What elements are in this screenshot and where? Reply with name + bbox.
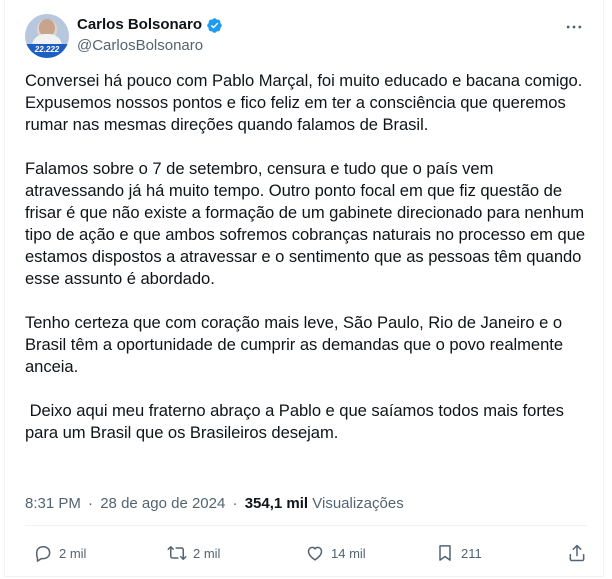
reply-icon — [36, 546, 51, 562]
tweet-text: Conversei há pouco com Pablo Marçal, foi… — [25, 70, 593, 444]
repost-button[interactable]: 2 mil — [167, 538, 220, 568]
views-count[interactable]: 354,1 mil — [245, 495, 308, 512]
display-name-row: Carlos Bolsonaro — [77, 15, 223, 35]
tweet-paragraph: Falamos sobre o 7 de setembro, censura e… — [25, 159, 590, 288]
actions-divider — [25, 525, 587, 526]
bookmark-count: 211 — [461, 545, 482, 561]
share-button[interactable] — [567, 538, 587, 568]
more-options-icon[interactable] — [563, 16, 585, 38]
tweet-paragraph: Tenho certeza que com coração mais leve,… — [25, 313, 568, 376]
tweet-paragraph: Conversei há pouco com Pablo Marçal, foi… — [25, 71, 587, 134]
bookmark-icon — [439, 545, 451, 561]
heart-icon — [307, 546, 323, 561]
tweet-card: 22.222 Carlos Bolsonaro @CarlosBolsonaro — [4, 0, 604, 577]
share-icon — [569, 544, 585, 562]
reply-count: 2 mil — [59, 545, 87, 561]
avatar[interactable]: 22.222 — [25, 14, 69, 58]
action-bar: 2 mil 2 mil 14 mil 211 — [25, 538, 587, 568]
avatar-band-text: 22.222 — [25, 44, 69, 58]
reply-button[interactable]: 2 mil — [33, 538, 86, 568]
meta-separator: · — [232, 495, 238, 512]
meta-separator: · — [88, 495, 94, 512]
post-date[interactable]: 28 de ago de 2024 — [100, 495, 225, 512]
repost-count: 2 mil — [193, 545, 221, 561]
author-handle[interactable]: @CarlosBolsonaro — [77, 36, 223, 56]
display-name[interactable]: Carlos Bolsonaro — [77, 15, 202, 35]
tweet-metadata: 8:31 PM · 28 de ago de 2024 · 354,1 mil … — [25, 494, 404, 514]
tweet-header: 22.222 Carlos Bolsonaro @CarlosBolsonaro — [25, 12, 587, 60]
verified-badge-icon — [206, 17, 223, 34]
like-count: 14 mil — [331, 545, 366, 561]
post-time[interactable]: 8:31 PM — [25, 495, 81, 512]
author-names: Carlos Bolsonaro @CarlosBolsonaro — [77, 15, 223, 56]
repost-icon — [167, 546, 187, 560]
tweet-paragraph: Deixo aqui meu fraterno abraço a Pablo e… — [25, 401, 569, 442]
like-button[interactable]: 14 mil — [305, 538, 366, 568]
bookmark-button[interactable]: 211 — [435, 538, 482, 568]
views-label: Visualizações — [312, 495, 404, 512]
